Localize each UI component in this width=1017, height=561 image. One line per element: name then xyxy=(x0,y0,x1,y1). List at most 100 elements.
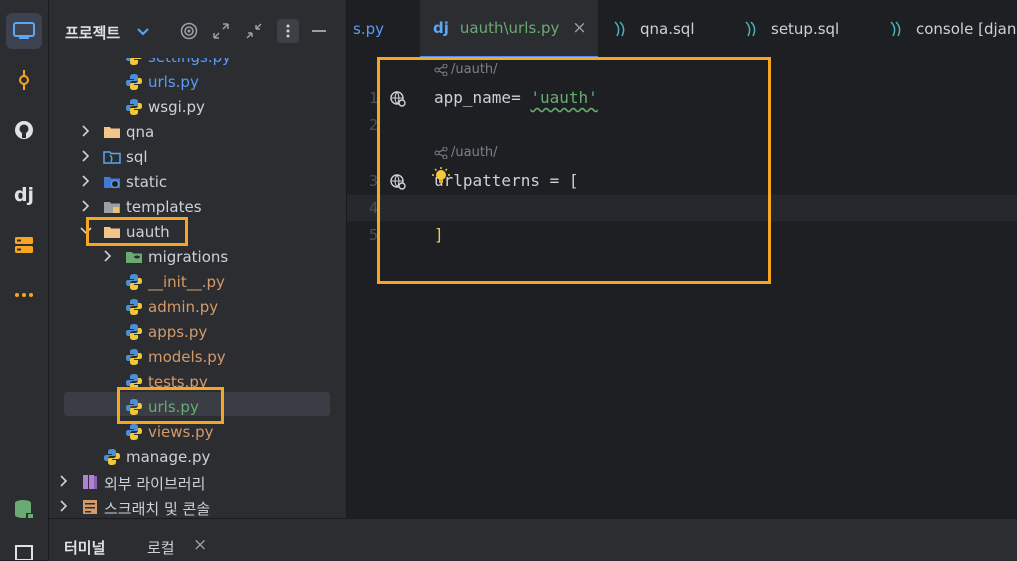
tree-item-label: 외부 라이브러리 xyxy=(104,475,206,493)
project-title[interactable]: 프로젝트 xyxy=(65,22,120,43)
github-tool-button[interactable] xyxy=(6,112,42,148)
database-tool-button[interactable] xyxy=(6,492,42,528)
web-folder-icon xyxy=(103,173,121,191)
terminal-tab[interactable]: 터미널 xyxy=(64,537,105,558)
target-icon xyxy=(180,22,198,40)
tree-item-label: manage.py xyxy=(126,448,211,466)
tree-item[interactable]: sql xyxy=(49,144,346,169)
lightbulb-icon[interactable] xyxy=(431,166,451,186)
tree-item[interactable]: apps.py xyxy=(49,319,346,344)
tab-setup-sql[interactable]: setup.sql xyxy=(743,0,873,58)
django-icon: dj xyxy=(433,19,449,37)
hide-panel-button[interactable] xyxy=(309,21,329,41)
expand-icon xyxy=(213,23,229,39)
url-hint[interactable]: /uauth/ xyxy=(434,145,498,160)
tree-item[interactable]: uauth xyxy=(49,219,346,244)
options-menu-button[interactable] xyxy=(277,19,299,43)
web-globe-icon[interactable] xyxy=(389,90,407,108)
tab-label: uauth\urls.py xyxy=(459,19,560,37)
github-icon xyxy=(15,121,33,139)
project-tool-button[interactable] xyxy=(6,13,42,49)
chevron-down-icon[interactable] xyxy=(79,223,93,239)
chevron-right-icon[interactable] xyxy=(101,248,115,264)
code-line-1[interactable]: app_name= 'uauth' xyxy=(434,88,598,107)
chevron-right-icon[interactable] xyxy=(57,498,71,514)
expand-all-button[interactable] xyxy=(211,21,231,41)
tree-item-label: uauth xyxy=(126,223,170,241)
tree-item[interactable]: urls.py xyxy=(49,394,346,419)
url-hint[interactable]: /uauth/ xyxy=(434,62,498,77)
tree-item[interactable]: tests.py xyxy=(49,369,346,394)
tree-item[interactable]: wsgi.py xyxy=(49,94,346,119)
tree-item[interactable]: urls.py xyxy=(49,69,346,94)
code-line-3[interactable]: urlpatterns = [ xyxy=(434,171,579,190)
tab-close-button[interactable]: × xyxy=(572,18,586,38)
code-line-5[interactable]: ] xyxy=(434,225,444,244)
tree-item-label: admin.py xyxy=(148,298,219,316)
tab-uauth-urls-py[interactable]: dj uauth\urls.py × xyxy=(420,0,598,58)
chevron-right-icon[interactable] xyxy=(79,123,93,139)
django-tool-button[interactable]: dj xyxy=(6,177,42,213)
tree-item[interactable]: 외부 라이브러리 xyxy=(49,469,346,494)
tree-item-label: tests.py xyxy=(148,373,208,391)
python-packages-button[interactable] xyxy=(6,540,42,560)
tab-label: setup.sql xyxy=(771,20,840,38)
tree-item-label: qna xyxy=(126,123,155,141)
collapse-icon xyxy=(246,23,262,39)
code-text: ] xyxy=(434,225,444,244)
chevron-right-icon[interactable] xyxy=(57,473,71,489)
tree-item[interactable]: migrations xyxy=(49,244,346,269)
minimize-icon xyxy=(312,30,326,32)
tab-console[interactable]: console [djang xyxy=(888,0,1017,58)
tree-item-label: views.py xyxy=(148,423,214,441)
migrations-folder-icon xyxy=(125,248,143,266)
local-tab[interactable]: 로컬 xyxy=(147,537,175,558)
chevron-down-icon[interactable] xyxy=(137,28,149,36)
chevron-right-icon[interactable] xyxy=(79,148,93,164)
line-number: 3 xyxy=(369,172,379,190)
tree-item[interactable]: qna xyxy=(49,119,346,144)
tab-settings-py[interactable]: s.py xyxy=(347,0,417,58)
tree-item-label: 스크래치 및 콘솔 xyxy=(104,500,211,518)
chevron-right-icon[interactable] xyxy=(79,173,93,189)
tree-item[interactable]: models.py xyxy=(49,344,346,369)
collapse-all-button[interactable] xyxy=(244,21,264,41)
line-number: 1 xyxy=(369,89,379,107)
hint-text: /uauth/ xyxy=(451,62,498,77)
locate-file-button[interactable] xyxy=(179,21,199,41)
sql-icon xyxy=(745,21,756,37)
sql-icon xyxy=(890,21,901,37)
code-editor[interactable]: /uauth/ /uauth/ 1 2 3 4 5 app_name= 'uau… xyxy=(347,58,1017,518)
services-tool-button[interactable] xyxy=(6,227,42,263)
chevron-right-icon[interactable] xyxy=(79,198,93,214)
python-icon xyxy=(125,373,143,391)
sql-folder-icon xyxy=(103,148,121,166)
commit-tool-button[interactable] xyxy=(6,62,42,98)
django-icon: dj xyxy=(13,184,35,206)
python-icon xyxy=(125,348,143,366)
tree-item[interactable]: templates xyxy=(49,194,346,219)
activity-bar: dj xyxy=(0,0,49,560)
database-icon xyxy=(15,500,34,519)
current-line-highlight xyxy=(347,195,1017,221)
web-globe-icon[interactable] xyxy=(389,173,407,191)
close-local-tab-button[interactable]: × xyxy=(193,535,207,555)
tree-item[interactable]: views.py xyxy=(49,419,346,444)
commit-icon xyxy=(19,70,29,90)
tree-item[interactable]: 스크래치 및 콘솔 xyxy=(49,494,346,518)
library-icon xyxy=(81,473,99,491)
tree-item[interactable]: __init__.py xyxy=(49,269,346,294)
tree-item[interactable]: admin.py xyxy=(49,294,346,319)
tree-item[interactable]: static xyxy=(49,169,346,194)
more-tools-button[interactable] xyxy=(6,277,42,313)
string-literal: 'uauth' xyxy=(530,88,598,107)
python-icon xyxy=(125,73,143,91)
editor-tab-bar: s.py dj uauth\urls.py × qna.sql setup.sq… xyxy=(347,0,1017,59)
tree-item-label: apps.py xyxy=(148,323,208,341)
tab-qna-sql[interactable]: qna.sql xyxy=(612,0,730,58)
python-icon xyxy=(103,448,121,466)
tree-item[interactable]: manage.py xyxy=(49,444,346,469)
python-icon xyxy=(125,98,143,116)
monitor-icon xyxy=(13,22,35,39)
line-number: 4 xyxy=(369,199,379,217)
